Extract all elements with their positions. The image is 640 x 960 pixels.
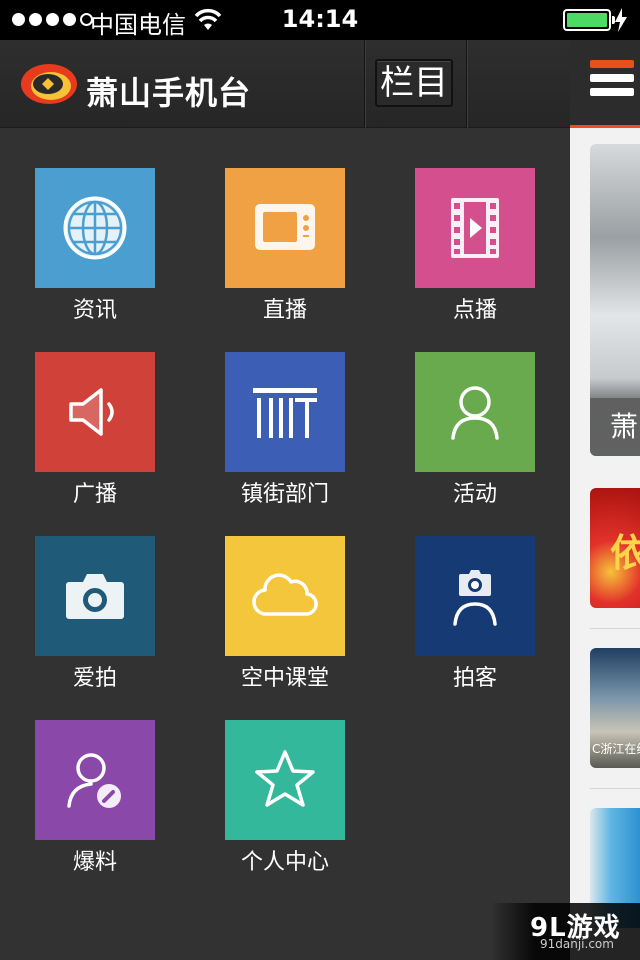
tile xyxy=(35,536,155,656)
tile xyxy=(225,536,345,656)
menu-bar xyxy=(590,88,634,96)
menu-item-label: 资讯 xyxy=(72,298,117,323)
menu-bar xyxy=(590,60,634,68)
brand-logo-icon xyxy=(21,64,77,104)
menu-item-radio[interactable]: 广播 xyxy=(35,352,155,510)
tile xyxy=(225,352,345,472)
globe-icon xyxy=(63,196,127,260)
tile xyxy=(35,720,155,840)
menu-item-live[interactable]: 直播 xyxy=(225,168,345,326)
clock: 14:14 xyxy=(281,5,359,33)
tile xyxy=(225,720,345,840)
header-divider xyxy=(364,40,366,128)
menu-item-profile[interactable]: 个人中心 xyxy=(225,720,345,878)
menu-bar xyxy=(590,74,634,82)
tile xyxy=(35,352,155,472)
charging-icon xyxy=(615,8,627,32)
menu-item-classroom[interactable]: 空中课堂 xyxy=(225,536,345,694)
speaker-icon xyxy=(69,388,114,436)
list-divider xyxy=(590,628,640,629)
watermark: 9L游戏 91danji.com xyxy=(490,903,640,960)
thumbnail-text: C浙江在线 xyxy=(592,742,640,756)
person-edit-icon xyxy=(67,753,121,808)
brand-name: 萧山手机台 xyxy=(86,74,252,112)
battery-icon xyxy=(563,9,615,31)
menu-item-label: 个人中心 xyxy=(240,850,329,875)
menu-item-tips[interactable]: 爆料 xyxy=(35,720,155,878)
featured-news-card[interactable]: 萧 xyxy=(590,144,640,456)
status-bar: 中国电信 14:14 xyxy=(0,0,640,40)
menu-item-label: 爆料 xyxy=(72,850,117,875)
cloud-icon xyxy=(252,573,318,616)
person-icon xyxy=(451,386,499,440)
columns-button[interactable]: 栏目 xyxy=(375,59,453,107)
watermark-url: 91danji.com xyxy=(540,937,614,951)
side-drawer: 萧山手机台 栏目 资讯 直播 点播 广播 镇街部门 活动 爱拍 空中课堂 拍客 … xyxy=(0,40,570,960)
menu-item-label: 爱拍 xyxy=(72,666,117,691)
camera-person-icon xyxy=(453,570,497,626)
menu-item-label: 直播 xyxy=(262,298,307,323)
menu-item-label: 广播 xyxy=(72,482,117,507)
menu-item-label: 空中课堂 xyxy=(240,666,329,691)
menu-item-paike[interactable]: 拍客 xyxy=(415,536,535,694)
tile xyxy=(225,168,345,288)
tile xyxy=(415,168,535,288)
content-header xyxy=(570,40,640,128)
menu-item-label: 点播 xyxy=(452,298,497,323)
menu-item-label: 镇街部门 xyxy=(240,482,329,507)
header-divider xyxy=(466,40,468,128)
menu-item-departments[interactable]: 镇街部门 xyxy=(225,352,345,510)
main-content-peek: 萧 依 C浙江在线 xyxy=(570,40,640,960)
news-thumbnail[interactable]: 依 xyxy=(590,488,640,608)
film-icon xyxy=(451,198,499,258)
building-icon xyxy=(253,388,317,438)
camera-icon xyxy=(66,574,124,619)
menu-item-label: 拍客 xyxy=(452,666,497,691)
news-thumbnail[interactable]: C浙江在线 xyxy=(590,648,640,768)
tile xyxy=(415,536,535,656)
menu-item-vod[interactable]: 点播 xyxy=(415,168,535,326)
featured-caption: 萧 xyxy=(590,398,640,456)
menu-icon[interactable] xyxy=(590,60,634,100)
menu-item-activities[interactable]: 活动 xyxy=(415,352,535,510)
star-icon xyxy=(255,750,315,807)
menu-item-photo[interactable]: 爱拍 xyxy=(35,536,155,694)
tile xyxy=(35,168,155,288)
menu-item-news[interactable]: 资讯 xyxy=(35,168,155,326)
drawer-header: 萧山手机台 栏目 xyxy=(0,40,570,128)
tile xyxy=(415,352,535,472)
tv-icon xyxy=(255,204,315,250)
thumbnail-text: 依 xyxy=(610,531,640,575)
list-divider xyxy=(590,788,640,789)
menu-item-label: 活动 xyxy=(452,482,497,507)
